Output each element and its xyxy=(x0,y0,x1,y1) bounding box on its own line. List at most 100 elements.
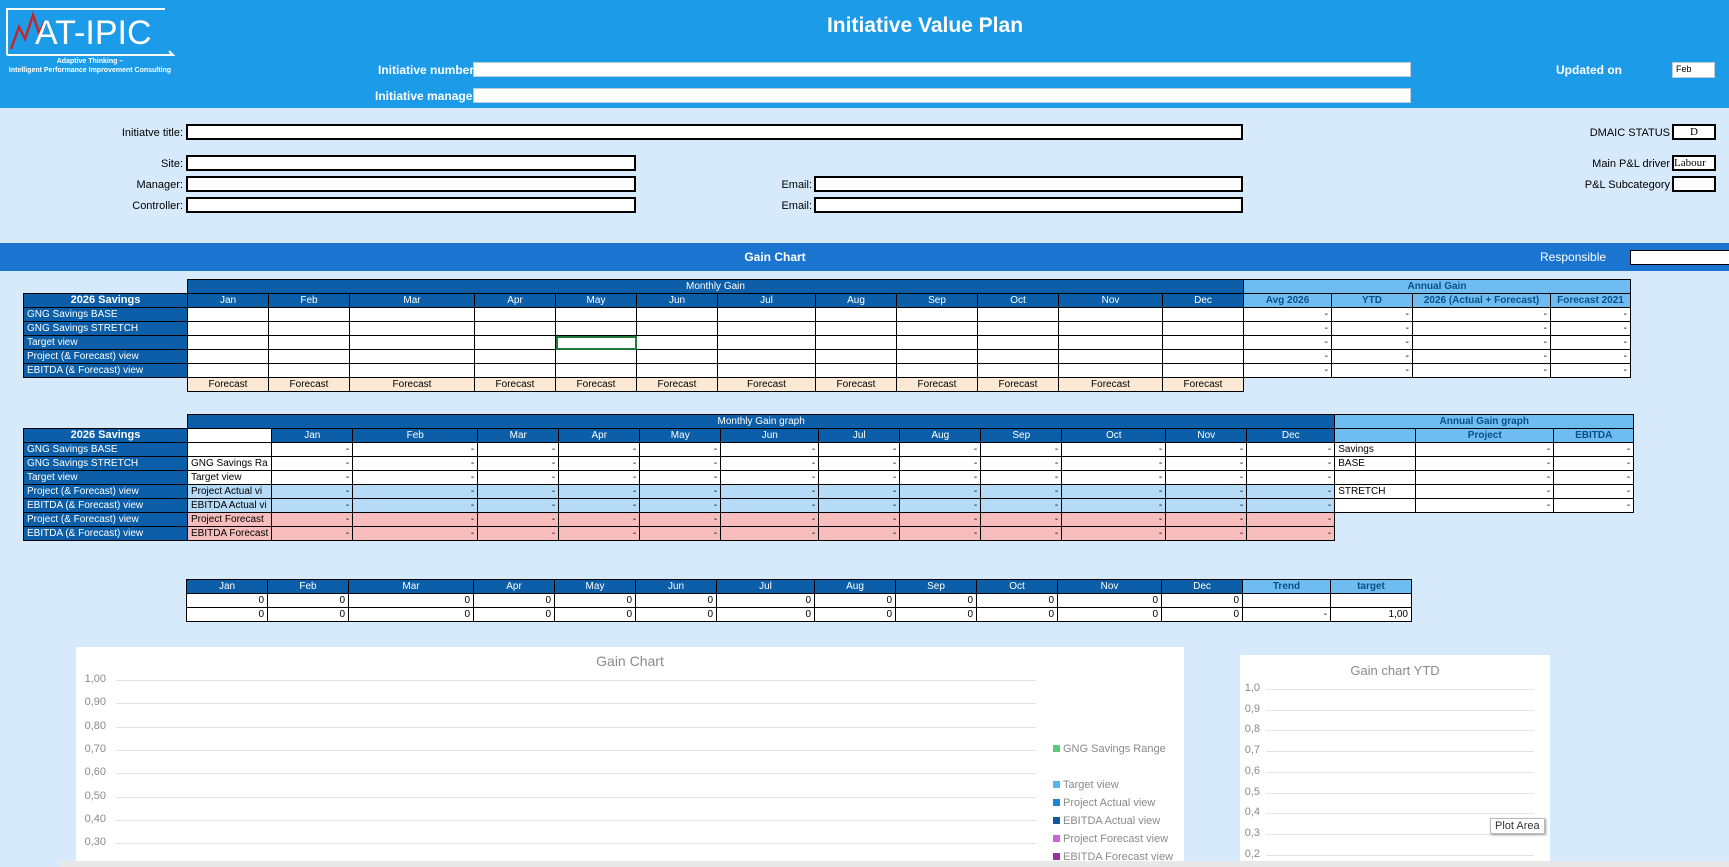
gain-cell[interactable] xyxy=(896,349,978,364)
initiative-manager-field[interactable] xyxy=(473,88,1411,103)
gain-chart-ytd[interactable]: Gain chart YTD 1,0 0,9 0,8 0,7 0,6 0,5 0,4 0,3 0… xyxy=(1240,655,1550,867)
gain-cell[interactable] xyxy=(815,349,897,364)
y-tick-label: 0,9 xyxy=(1244,702,1260,715)
gain-cell[interactable] xyxy=(349,349,475,364)
gain-cell[interactable] xyxy=(717,349,816,364)
gain-cell[interactable] xyxy=(268,321,350,336)
gain-cell[interactable] xyxy=(1058,321,1163,336)
gain-cell[interactable] xyxy=(717,321,816,336)
gain-cell[interactable] xyxy=(268,349,350,364)
gain-cell[interactable] xyxy=(717,363,816,378)
gain-cell[interactable] xyxy=(896,335,978,350)
gain-cell[interactable] xyxy=(1162,335,1244,350)
gain-cell[interactable] xyxy=(977,349,1059,364)
main-pl-driver-field[interactable]: Labour xyxy=(1672,155,1716,171)
forecast-cell: Forecast xyxy=(1162,377,1244,392)
gain-cell[interactable] xyxy=(636,335,718,350)
gain-cell[interactable] xyxy=(187,307,269,322)
initiative-number-field[interactable] xyxy=(473,62,1411,77)
gain-cell[interactable] xyxy=(555,349,637,364)
annual-value: - xyxy=(1331,363,1413,378)
horizontal-scrollbar[interactable] xyxy=(60,861,1729,867)
controller-field[interactable] xyxy=(186,197,636,213)
forecast-cell: Forecast xyxy=(268,377,350,392)
manager-email-field[interactable] xyxy=(814,176,1243,192)
gain-cell[interactable] xyxy=(1058,335,1163,350)
graph-value: - xyxy=(352,526,479,541)
gain-cell[interactable] xyxy=(717,335,816,350)
gain-cell[interactable] xyxy=(1162,363,1244,378)
row-label: Project (& Forecast) view xyxy=(23,484,188,499)
gain-cell[interactable] xyxy=(349,307,475,322)
gain-cell[interactable] xyxy=(815,335,897,350)
gain-cell[interactable] xyxy=(636,307,718,322)
gain-cell[interactable] xyxy=(187,321,269,336)
controller-label: Controller: xyxy=(132,200,183,212)
gain-cell[interactable] xyxy=(636,349,718,364)
row-label: Project (& Forecast) view xyxy=(23,512,188,527)
y-tick-label: 0,60 xyxy=(84,766,106,779)
gain-cell[interactable] xyxy=(555,363,637,378)
graph-value: - xyxy=(477,498,560,513)
gain-cell[interactable] xyxy=(896,307,978,322)
gain-cell[interactable] xyxy=(636,321,718,336)
table-row: EBITDA (& Forecast) view - - - - xyxy=(23,363,1631,378)
manager-field[interactable] xyxy=(186,176,636,192)
controller-email-field[interactable] xyxy=(814,197,1243,213)
annual-value: - xyxy=(1331,307,1413,322)
zero-cell: 0 xyxy=(635,593,717,608)
gain-cell[interactable] xyxy=(268,307,350,322)
gain-cell[interactable] xyxy=(1162,307,1244,322)
gain-cell[interactable] xyxy=(555,321,637,336)
gain-cell[interactable] xyxy=(268,335,350,350)
gain-cell[interactable] xyxy=(555,335,637,350)
annual-value: - xyxy=(1412,349,1551,364)
gain-chart[interactable]: Gain Chart 1,00 0,90 0,80 0,70 0,60 0,50 0,40 0… xyxy=(76,647,1184,867)
gain-cell[interactable] xyxy=(1162,349,1244,364)
updated-on-field[interactable]: Feb xyxy=(1672,62,1715,78)
gain-cell[interactable] xyxy=(187,335,269,350)
graph-value: - xyxy=(980,526,1063,541)
gain-cell[interactable] xyxy=(474,321,556,336)
gain-cell[interactable] xyxy=(187,349,269,364)
gain-cell[interactable] xyxy=(896,321,978,336)
gain-cell[interactable] xyxy=(1058,307,1163,322)
graph-value: - xyxy=(352,498,479,513)
gain-cell[interactable] xyxy=(977,321,1059,336)
gain-cell[interactable] xyxy=(268,363,350,378)
gain-cell[interactable] xyxy=(349,321,475,336)
gain-cell[interactable] xyxy=(1058,349,1163,364)
site-field[interactable] xyxy=(186,155,636,171)
gain-cell[interactable] xyxy=(815,363,897,378)
gridline xyxy=(116,726,1036,728)
annual-ebitda-value: - xyxy=(1553,442,1635,457)
gain-cell[interactable] xyxy=(636,363,718,378)
gain-cell[interactable] xyxy=(977,363,1059,378)
dmaic-status-field[interactable]: D xyxy=(1672,124,1716,140)
pl-subcategory-field[interactable] xyxy=(1672,176,1716,192)
table-row: Target view Target view - - - - - - - - - - - - - - xyxy=(23,470,1635,485)
month-header: Mar xyxy=(348,579,474,594)
forecast-cell: Forecast xyxy=(474,377,556,392)
gain-cell[interactable] xyxy=(187,363,269,378)
month-header: Jul xyxy=(716,579,815,594)
gain-cell[interactable] xyxy=(474,349,556,364)
gain-cell[interactable] xyxy=(717,307,816,322)
gain-cell[interactable] xyxy=(815,321,897,336)
gain-cell[interactable] xyxy=(555,307,637,322)
responsible-field[interactable] xyxy=(1630,250,1729,265)
gridline xyxy=(116,703,1036,705)
gain-cell[interactable] xyxy=(1058,363,1163,378)
gain-cell[interactable] xyxy=(1162,321,1244,336)
gain-cell[interactable] xyxy=(474,307,556,322)
gain-cell[interactable] xyxy=(896,363,978,378)
gain-cell[interactable] xyxy=(349,335,475,350)
initiative-title-field[interactable] xyxy=(186,124,1243,140)
annual-value: - xyxy=(1550,349,1631,364)
gain-cell[interactable] xyxy=(349,363,475,378)
gain-cell[interactable] xyxy=(977,307,1059,322)
gain-cell[interactable] xyxy=(815,307,897,322)
gain-cell[interactable] xyxy=(474,363,556,378)
gain-cell[interactable] xyxy=(474,335,556,350)
gain-cell[interactable] xyxy=(977,335,1059,350)
